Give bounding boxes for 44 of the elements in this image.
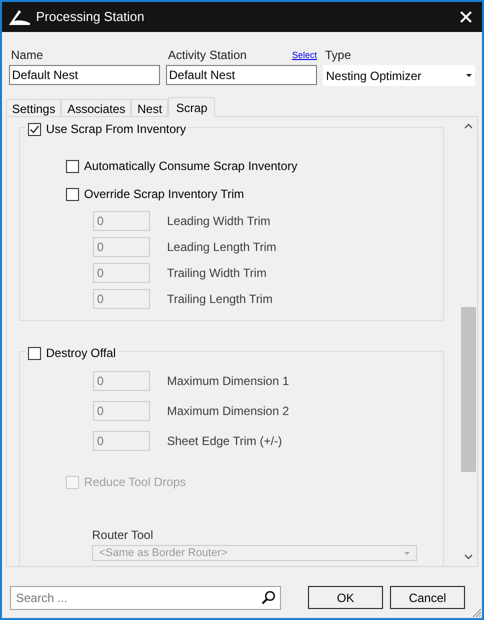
activity-station-field[interactable]: Default Nest: [166, 65, 317, 85]
checkbox[interactable]: [66, 188, 79, 200]
checkbox-label: Override Scrap Inventory Trim: [84, 186, 244, 203]
dialog-button[interactable]: Cancel: [390, 586, 465, 609]
dropdown-value: Nesting Optimizer: [326, 68, 422, 84]
scroll-down-icon[interactable]: [464, 554, 473, 560]
dialog-button[interactable]: OK: [308, 586, 383, 609]
field-label: Trailing Length Trim: [167, 291, 273, 308]
window-title: Processing Station: [36, 8, 144, 26]
checkbox-label: Reduce Tool Drops: [84, 474, 186, 491]
search-field[interactable]: Search ...: [10, 586, 281, 610]
scroll-up-icon[interactable]: [464, 123, 473, 129]
scroll-thumb[interactable]: [461, 307, 476, 472]
search-icon: [261, 590, 276, 604]
field-label: Leading Width Trim: [167, 213, 270, 230]
tab[interactable]: Associates: [61, 99, 132, 116]
checkbox-label: Automatically Consume Scrap Inventory: [84, 158, 298, 175]
tab[interactable]: Settings: [6, 99, 62, 116]
field-label: Router Tool: [92, 527, 154, 544]
close-icon: [460, 11, 472, 23]
type-dropdown[interactable]: Nesting Optimizer: [323, 65, 475, 86]
checkbox[interactable]: [66, 160, 79, 172]
checkbox-label: Destroy Offal: [46, 345, 116, 362]
field-label: Leading Length Trim: [167, 239, 276, 256]
field-label: Maximum Dimension 1: [167, 373, 290, 390]
caret-icon: [404, 552, 410, 554]
logo-icon: [7, 7, 31, 27]
checkbox[interactable]: [28, 346, 41, 360]
check-icon: [29, 124, 40, 134]
dropdown-value: <Same as Border Router>: [99, 547, 228, 559]
field-label: Sheet Edge Trim (+/-): [167, 433, 282, 450]
field-label: Name: [10, 48, 44, 62]
caret-icon: [466, 74, 472, 77]
field-label: Maximum Dimension 2: [167, 403, 290, 420]
select-link[interactable]: Select: [292, 48, 317, 62]
resize-grip-icon[interactable]: [470, 606, 482, 618]
name-field[interactable]: Default Nest: [9, 65, 160, 85]
field-label: Activity Station: [167, 48, 247, 62]
tab[interactable]: Nest: [131, 99, 168, 116]
checkbox-label: Use Scrap From Inventory: [46, 121, 186, 138]
tab[interactable]: Scrap: [168, 97, 216, 117]
field-label: Trailing Width Trim: [167, 265, 267, 282]
field-label: Type: [324, 48, 352, 62]
checkbox[interactable]: [28, 122, 41, 136]
